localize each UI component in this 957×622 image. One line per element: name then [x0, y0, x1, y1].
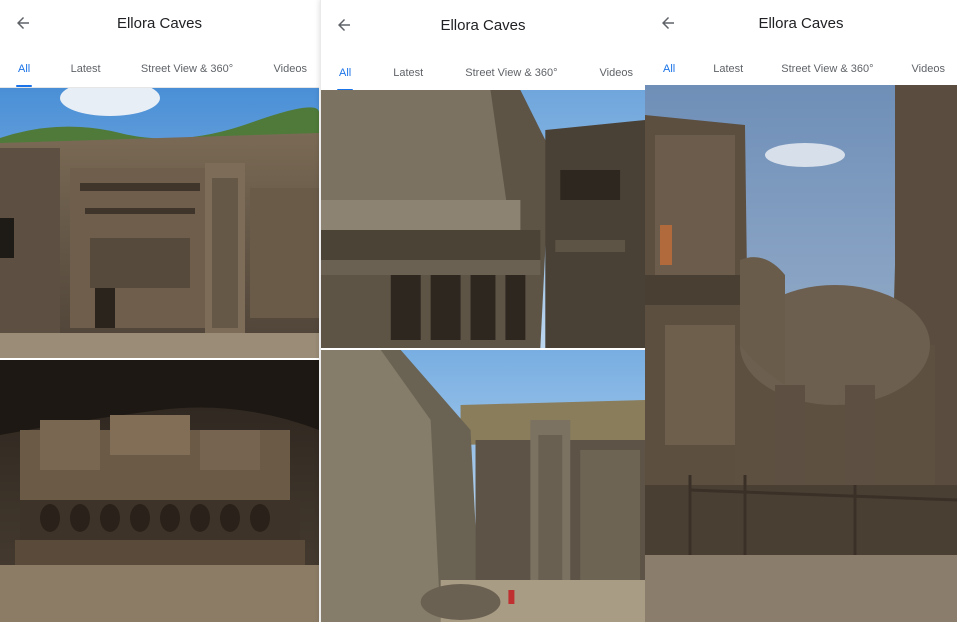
app-bar: Ellora Caves [321, 2, 645, 48]
photo-thumbnail[interactable] [321, 350, 645, 622]
photo-thumbnail[interactable] [0, 360, 319, 622]
arrow-back-icon[interactable] [335, 16, 353, 34]
photo-screen-3: Ellora Caves All Latest Street View & 36… [645, 0, 957, 622]
photo-thumbnail[interactable] [321, 90, 645, 348]
tab-all[interactable]: All [15, 50, 33, 87]
tab-latest[interactable]: Latest [71, 50, 101, 87]
tab-street-view[interactable]: Street View & 360° [465, 54, 557, 91]
page-title: Ellora Caves [116, 14, 203, 32]
tab-bar: All Latest Street View & 360° Videos [0, 50, 319, 88]
arrow-back-icon[interactable] [14, 14, 32, 32]
tab-latest[interactable]: Latest [713, 50, 743, 87]
tab-street-view[interactable]: Street View & 360° [141, 50, 233, 87]
tab-all[interactable]: All [660, 50, 678, 87]
tab-all[interactable]: All [336, 54, 354, 91]
tab-bar: All Latest Street View & 360° Videos [321, 54, 645, 92]
photo-thumbnail[interactable] [0, 88, 319, 358]
photo-thumbnail[interactable] [645, 85, 957, 622]
tab-videos[interactable]: Videos [912, 50, 945, 87]
tab-bar: All Latest Street View & 360° Videos [645, 50, 957, 88]
photo-screen-1: Ellora Caves All Latest Street View & 36… [0, 0, 319, 622]
tab-latest[interactable]: Latest [393, 54, 423, 91]
arrow-back-icon[interactable] [659, 14, 677, 32]
tab-videos[interactable]: Videos [274, 50, 307, 87]
page-title: Ellora Caves [440, 16, 526, 34]
app-bar: Ellora Caves [645, 0, 957, 46]
app-bar: Ellora Caves [0, 0, 319, 46]
tab-videos[interactable]: Videos [600, 54, 633, 91]
photo-screen-2: Ellora Caves All Latest Street View & 36… [320, 0, 645, 622]
tab-street-view[interactable]: Street View & 360° [781, 50, 873, 87]
page-title: Ellora Caves [758, 14, 844, 32]
